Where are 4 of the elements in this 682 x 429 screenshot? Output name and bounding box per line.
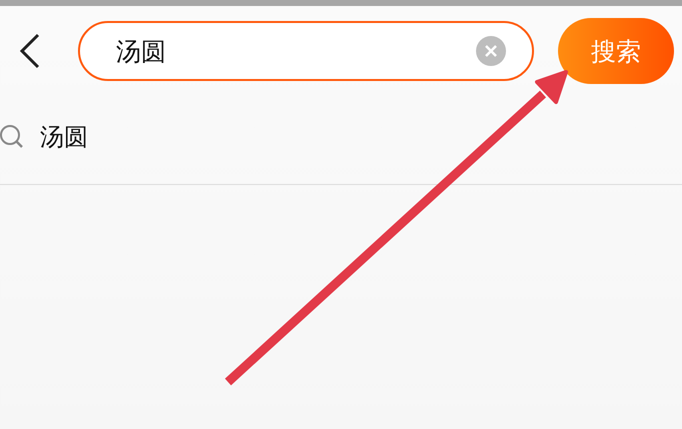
search-icon — [0, 124, 24, 150]
back-icon[interactable] — [18, 33, 40, 69]
suggestion-item[interactable]: 汤圆 — [40, 121, 88, 153]
search-field[interactable]: 汤圆 — [78, 21, 534, 81]
